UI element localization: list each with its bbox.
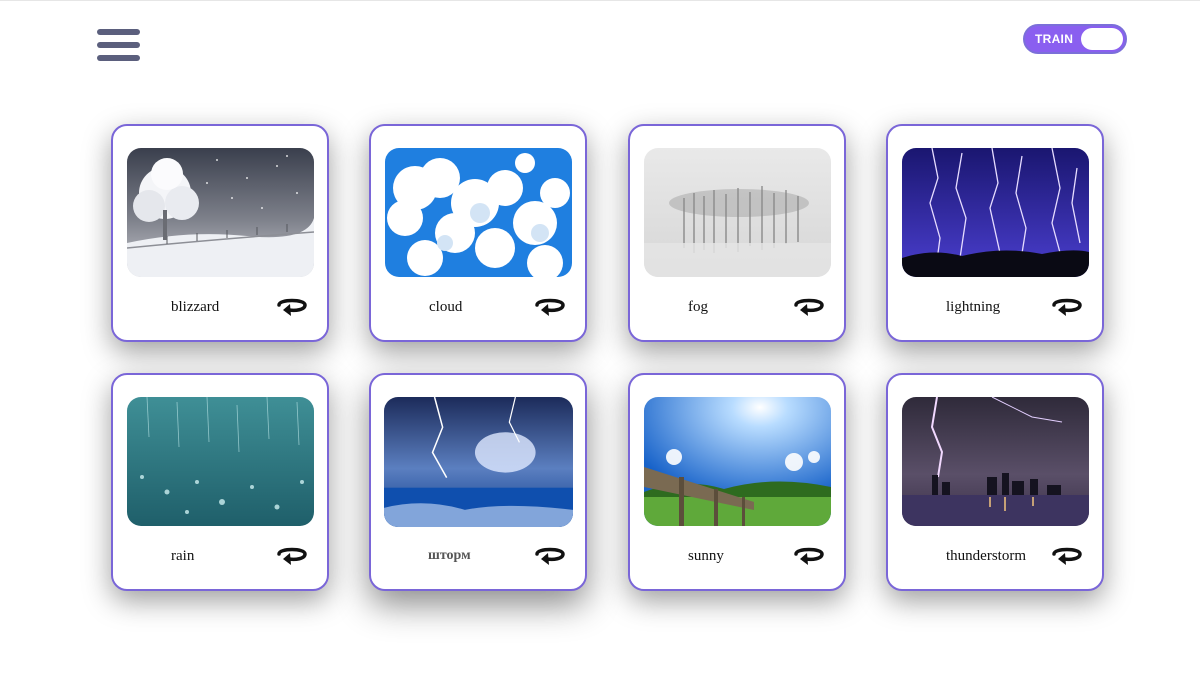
card-word: sunny [688, 548, 724, 564]
card-storm[interactable]: шторм [369, 373, 587, 591]
card-image-lightning [902, 148, 1089, 277]
toggle-label: TRAIN [1035, 32, 1074, 46]
toggle-knob [1081, 28, 1123, 50]
card-word: thunderstorm [946, 548, 1026, 564]
train-play-toggle[interactable]: TRAIN [1023, 24, 1127, 54]
card-word: blizzard [171, 299, 220, 315]
card-sunny[interactable]: sunny [628, 373, 846, 591]
card-word: cloud [429, 299, 463, 315]
card-fog[interactable]: fog [628, 124, 846, 342]
card-thunderstorm[interactable]: thunderstorm [886, 373, 1104, 591]
card-word: fog [688, 299, 708, 315]
card-image-thunderstorm [902, 397, 1089, 526]
card-image-cloud [385, 148, 572, 277]
card-image-fog [644, 148, 831, 277]
menu-bar [97, 55, 140, 61]
card-image-sunny [644, 397, 831, 526]
rotate-arrow-icon[interactable] [275, 545, 309, 569]
rotate-arrow-icon[interactable] [792, 545, 826, 569]
card-cloud[interactable]: cloud [369, 124, 587, 342]
card-lightning[interactable]: lightning [886, 124, 1104, 342]
card-image-blizzard [127, 148, 314, 277]
card-image-rain [127, 397, 314, 526]
card-rain[interactable]: rain [111, 373, 329, 591]
hamburger-menu-icon[interactable] [97, 29, 141, 61]
card-word: шторм [428, 548, 471, 563]
rotate-arrow-icon[interactable] [275, 296, 309, 320]
rotate-arrow-icon[interactable] [792, 296, 826, 320]
card-word: lightning [946, 299, 1001, 315]
rotate-arrow-icon[interactable] [533, 296, 567, 320]
menu-bar [97, 42, 140, 48]
rotate-arrow-icon[interactable] [1050, 545, 1084, 569]
card-blizzard[interactable]: blizzard [111, 124, 329, 342]
rotate-arrow-icon[interactable] [533, 545, 567, 569]
rotate-arrow-icon[interactable] [1050, 296, 1084, 320]
card-word: rain [171, 548, 195, 564]
card-image-storm [384, 397, 573, 527]
menu-bar [97, 29, 140, 35]
